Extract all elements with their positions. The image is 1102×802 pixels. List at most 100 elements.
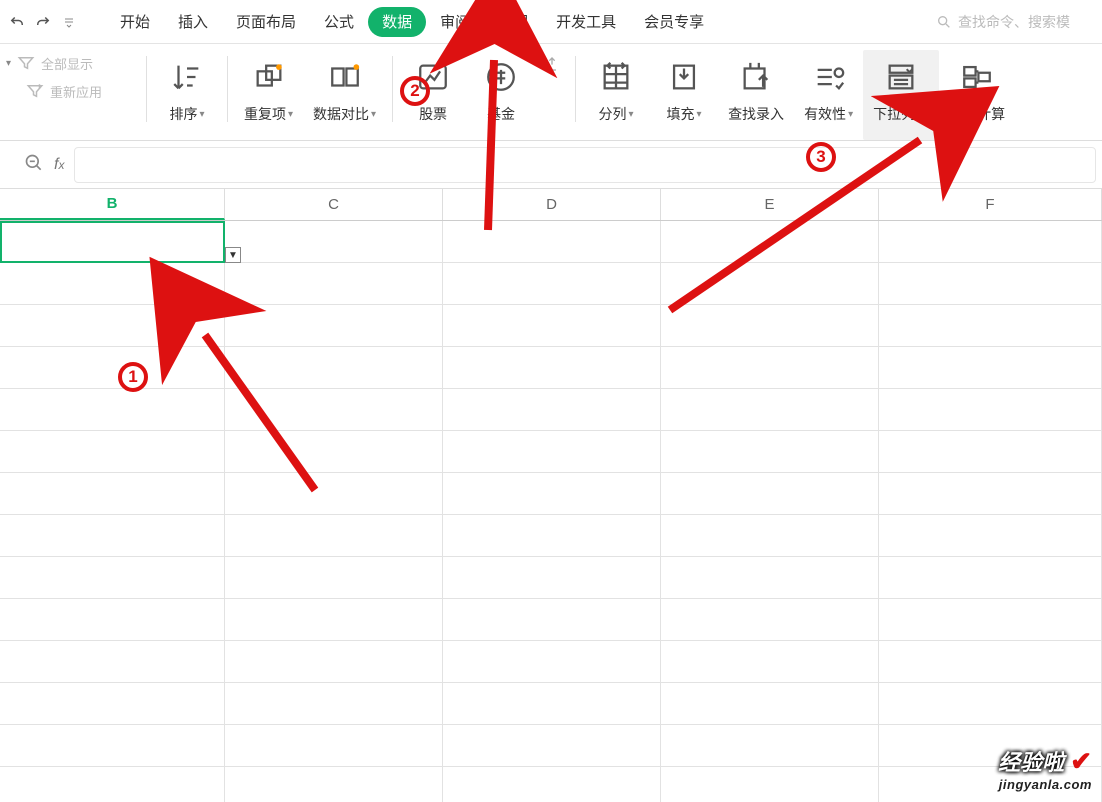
table-row[interactable]	[0, 599, 1102, 641]
cell[interactable]	[0, 683, 225, 724]
cell[interactable]	[0, 599, 225, 640]
tab-start[interactable]: 开始	[106, 7, 164, 37]
cell[interactable]	[661, 431, 879, 472]
column-header-B[interactable]: B	[0, 189, 225, 220]
qat-dropdown-icon[interactable]	[56, 9, 82, 35]
fill-button[interactable]: 填充▾	[650, 50, 718, 140]
cell[interactable]	[0, 305, 225, 346]
redo-icon[interactable]	[30, 9, 56, 35]
cell[interactable]	[225, 389, 443, 430]
cell[interactable]	[443, 599, 661, 640]
reapply-label[interactable]: 重新应用	[50, 82, 102, 101]
cell[interactable]	[443, 641, 661, 682]
cell[interactable]	[879, 641, 1102, 682]
sort-button[interactable]: 排序▾	[153, 50, 221, 140]
undo-icon[interactable]	[4, 9, 30, 35]
fund-button[interactable]: 基金	[467, 50, 535, 140]
pin-icon[interactable]	[535, 50, 569, 140]
cell[interactable]	[225, 473, 443, 514]
cell-dropdown-handle[interactable]: ▼	[225, 247, 241, 263]
cell[interactable]	[225, 431, 443, 472]
cell[interactable]	[0, 557, 225, 598]
duplicates-button[interactable]: 重复项▾	[234, 50, 303, 140]
cell[interactable]	[879, 305, 1102, 346]
tab-pagelayout[interactable]: 页面布局	[222, 7, 310, 37]
cell[interactable]	[0, 767, 225, 802]
cell[interactable]	[0, 347, 225, 388]
cell[interactable]	[661, 221, 879, 262]
zoom-out-icon[interactable]	[24, 153, 44, 176]
table-row[interactable]	[0, 305, 1102, 347]
cell[interactable]	[879, 347, 1102, 388]
cell[interactable]	[443, 473, 661, 514]
dropdown-list-button[interactable]: 下拉列表	[863, 50, 939, 140]
table-row[interactable]	[0, 473, 1102, 515]
cell[interactable]	[661, 389, 879, 430]
fx-label[interactable]: fx	[54, 156, 64, 174]
cell[interactable]	[0, 725, 225, 766]
text-to-columns-button[interactable]: 分列▾	[582, 50, 650, 140]
consolidate-button[interactable]: 合并计算	[939, 50, 1015, 140]
cell[interactable]	[225, 515, 443, 556]
cell[interactable]	[661, 557, 879, 598]
table-row[interactable]	[0, 725, 1102, 767]
cell[interactable]	[225, 221, 443, 262]
tab-formula[interactable]: 公式	[310, 7, 368, 37]
caret-icon[interactable]: ▾	[6, 58, 11, 69]
cell[interactable]	[661, 641, 879, 682]
validity-button[interactable]: 有效性▾	[794, 50, 863, 140]
cell[interactable]	[443, 767, 661, 802]
cell[interactable]	[225, 641, 443, 682]
column-header-D[interactable]: D	[443, 189, 661, 220]
cell[interactable]	[661, 515, 879, 556]
table-row[interactable]	[0, 431, 1102, 473]
cell[interactable]	[443, 221, 661, 262]
cell[interactable]	[225, 599, 443, 640]
cell[interactable]	[879, 263, 1102, 304]
table-row[interactable]	[0, 767, 1102, 802]
cell[interactable]	[661, 599, 879, 640]
command-search[interactable]: 查找命令、搜索模	[936, 12, 1096, 32]
cell[interactable]	[661, 263, 879, 304]
cell[interactable]	[879, 389, 1102, 430]
cell[interactable]	[225, 683, 443, 724]
cell[interactable]	[225, 347, 443, 388]
cell[interactable]	[0, 473, 225, 514]
cell[interactable]	[0, 515, 225, 556]
cell[interactable]	[225, 557, 443, 598]
formula-input[interactable]	[74, 147, 1096, 183]
table-row[interactable]	[0, 641, 1102, 683]
cell[interactable]	[225, 305, 443, 346]
tab-member[interactable]: 会员专享	[630, 7, 718, 37]
table-row[interactable]	[0, 557, 1102, 599]
cell[interactable]	[0, 263, 225, 304]
cell[interactable]	[443, 431, 661, 472]
cell[interactable]	[661, 767, 879, 802]
grid-rows[interactable]	[0, 221, 1102, 802]
cell[interactable]	[443, 515, 661, 556]
cell[interactable]	[879, 683, 1102, 724]
tab-devtools[interactable]: 开发工具	[542, 7, 630, 37]
cell[interactable]	[443, 347, 661, 388]
column-header-F[interactable]: F	[879, 189, 1102, 220]
cell[interactable]	[0, 431, 225, 472]
cell[interactable]	[0, 221, 225, 262]
show-all-label[interactable]: 全部显示	[41, 54, 93, 73]
column-header-C[interactable]: C	[225, 189, 443, 220]
cell[interactable]	[0, 389, 225, 430]
tab-insert[interactable]: 插入	[164, 7, 222, 37]
column-header-E[interactable]: E	[661, 189, 879, 220]
cell[interactable]	[879, 599, 1102, 640]
cell[interactable]	[443, 683, 661, 724]
cell[interactable]	[225, 263, 443, 304]
cell[interactable]	[443, 557, 661, 598]
cell[interactable]	[879, 473, 1102, 514]
cell[interactable]	[443, 389, 661, 430]
cell[interactable]	[661, 473, 879, 514]
cell[interactable]	[225, 767, 443, 802]
cell[interactable]	[661, 683, 879, 724]
cell[interactable]	[661, 347, 879, 388]
cell[interactable]	[879, 431, 1102, 472]
table-row[interactable]	[0, 389, 1102, 431]
cell[interactable]	[661, 725, 879, 766]
